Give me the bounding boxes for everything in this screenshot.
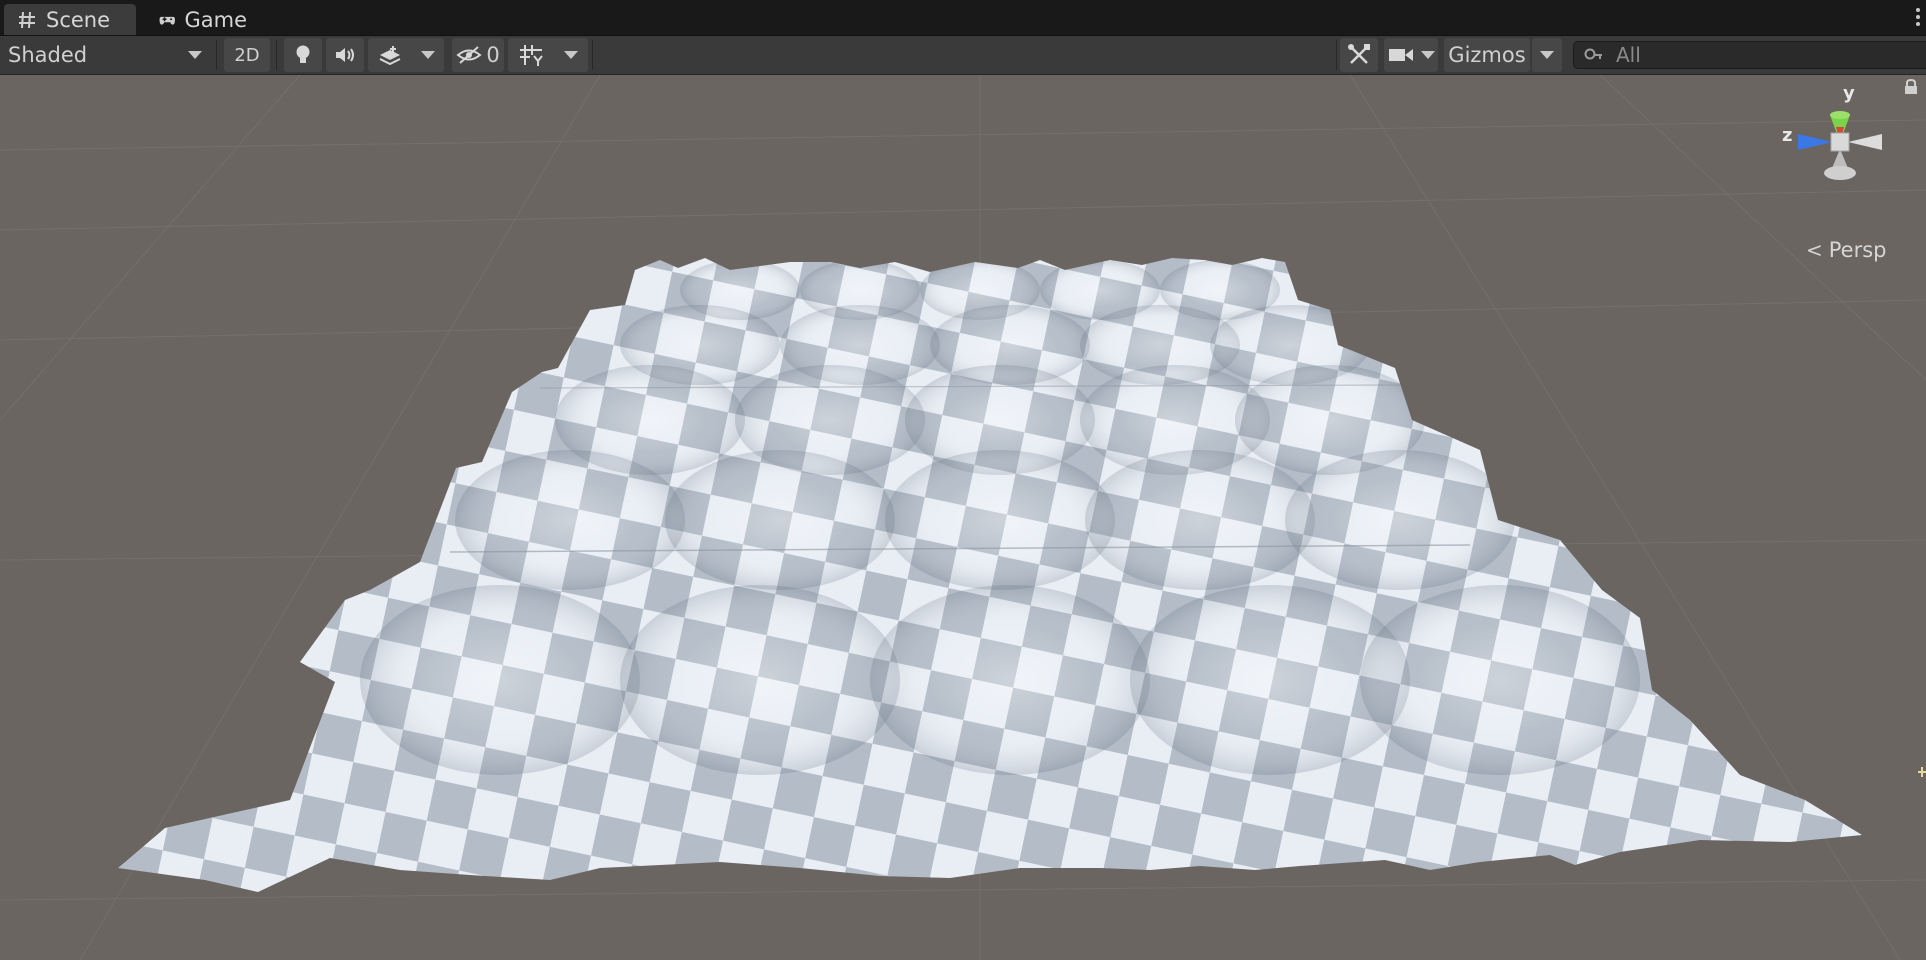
- grid-snapping-button[interactable]: [508, 38, 588, 72]
- gizmos-label: Gizmos: [1448, 43, 1526, 67]
- toggle-2d-button[interactable]: 2D: [224, 38, 270, 72]
- chevron-left-icon: <: [1806, 238, 1823, 262]
- effects-layers-icon: [379, 46, 400, 65]
- camera-icon: [1388, 49, 1413, 61]
- hidden-count: 0: [486, 43, 500, 67]
- gizmo-axis-x-neg[interactable]: [1848, 134, 1882, 150]
- scene-canvas: [0, 75, 1926, 960]
- scene-toolbar: Shaded 2D 0 Gizmos All: [0, 36, 1926, 75]
- gizmo-center-cube[interactable]: [1830, 132, 1850, 152]
- chevron-down-icon: [188, 51, 202, 59]
- shading-mode-label: Shaded: [8, 43, 88, 67]
- tab-game[interactable]: Game: [146, 4, 261, 35]
- search-icon: [1584, 48, 1602, 60]
- resize-handle-icon[interactable]: [1916, 765, 1926, 779]
- gizmo-axis-z[interactable]: [1798, 134, 1832, 150]
- tools-wrench-icon: [1348, 44, 1370, 64]
- grid-axis-icon: [520, 45, 543, 66]
- speaker-icon: [336, 48, 354, 62]
- projection-toggle[interactable]: < Persp: [1806, 238, 1887, 262]
- scene-grid-icon: [19, 11, 35, 28]
- window-tab-bar: Scene Game: [0, 0, 1926, 36]
- lighting-toggle-button[interactable]: [284, 38, 322, 72]
- chevron-down-icon: [420, 51, 435, 59]
- tab-game-label: Game: [184, 7, 247, 32]
- search-input[interactable]: [1614, 42, 1898, 68]
- lightbulb-icon: [296, 45, 310, 63]
- scene-search-field[interactable]: [1573, 41, 1926, 69]
- gizmos-toggle-button[interactable]: Gizmos: [1444, 38, 1530, 72]
- effects-toggle-button[interactable]: [368, 38, 444, 72]
- orientation-gizmo[interactable]: [1770, 85, 1910, 215]
- projection-label: Persp: [1828, 238, 1887, 262]
- toggle-2d-label: 2D: [234, 44, 260, 66]
- chevron-down-icon: [1420, 51, 1435, 59]
- lock-icon[interactable]: [1904, 79, 1918, 95]
- audio-toggle-button[interactable]: [326, 38, 364, 72]
- tools-button[interactable]: [1340, 38, 1378, 72]
- gizmo-label-z: z: [1782, 125, 1793, 146]
- tab-scene[interactable]: Scene: [4, 4, 136, 35]
- gizmo-label-y: y: [1843, 83, 1855, 104]
- gizmos-dropdown-button[interactable]: [1532, 38, 1562, 72]
- chevron-down-icon: [564, 51, 578, 59]
- hidden-objects-button[interactable]: 0: [452, 38, 504, 72]
- terrain-mesh: [118, 258, 1862, 892]
- gamepad-icon: [159, 16, 175, 25]
- camera-settings-button[interactable]: [1384, 38, 1438, 72]
- tab-scene-label: Scene: [46, 7, 111, 32]
- shading-mode-dropdown[interactable]: Shaded: [0, 38, 212, 72]
- eye-hidden-icon: [456, 46, 482, 64]
- chevron-down-icon: [1540, 51, 1554, 59]
- tab-options-menu-icon[interactable]: [1916, 8, 1922, 28]
- scene-viewport[interactable]: y z < Persp: [0, 75, 1926, 960]
